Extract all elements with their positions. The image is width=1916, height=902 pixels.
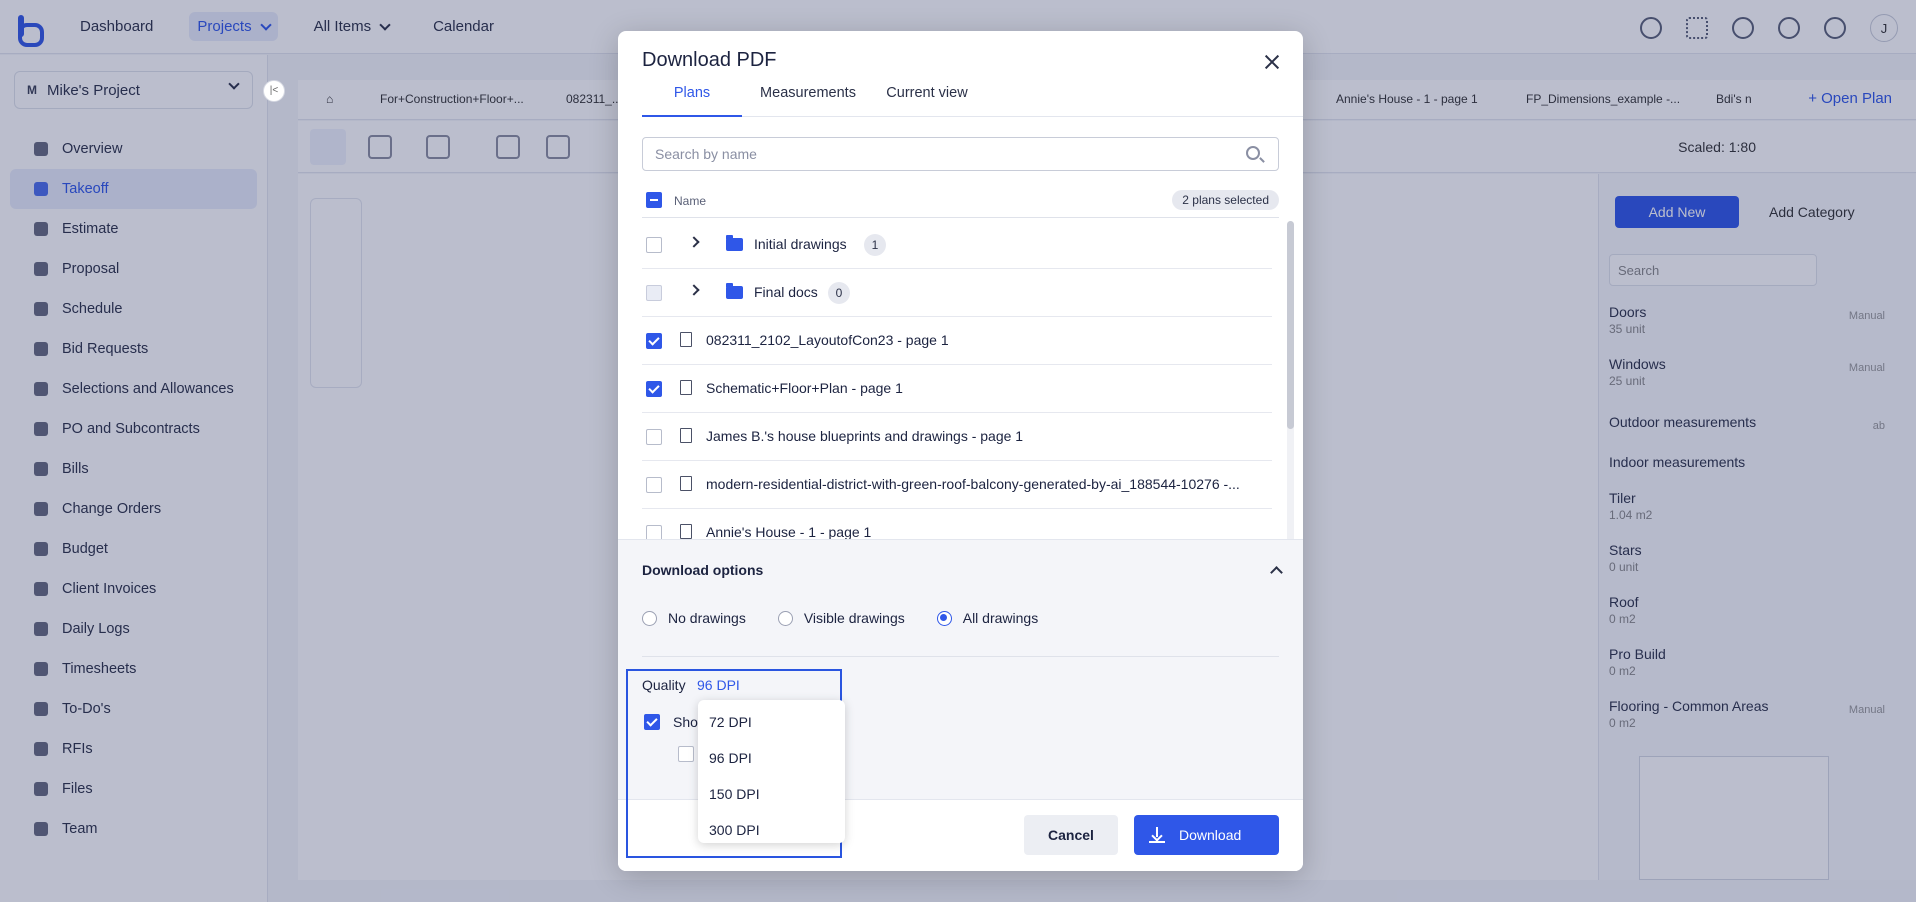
selected-count-badge: 2 plans selected	[1172, 190, 1279, 210]
radio-label: All drawings	[962, 610, 1039, 626]
row-checkbox[interactable]	[646, 285, 662, 301]
collapse-sidebar-button[interactable]: |<	[263, 80, 285, 102]
sub-option-checkbox[interactable]	[678, 746, 694, 762]
plan-row[interactable]: Schematic+Floor+Plan - page 1	[642, 365, 1272, 413]
plan-name: Schematic+Floor+Plan - page 1	[706, 380, 903, 396]
chevron-up-icon[interactable]	[1270, 566, 1283, 579]
quality-option[interactable]: 150 DPI	[698, 776, 845, 812]
radio-no-drawings[interactable]: No drawings	[642, 610, 746, 626]
close-icon[interactable]	[1261, 51, 1283, 73]
quality-dropdown: 72 DPI 96 DPI 150 DPI 300 DPI	[698, 700, 845, 843]
file-icon	[680, 524, 692, 539]
quality-label: Quality	[642, 677, 686, 693]
folder-name: Initial drawings	[754, 236, 847, 252]
drawings-radio-group: No drawings Visible drawings All drawings	[642, 610, 1070, 626]
plan-name: modern-residential-district-with-green-r…	[706, 476, 1240, 492]
select-all-checkbox[interactable]	[646, 192, 662, 208]
list-header: Name 2 plans selected	[642, 188, 1279, 218]
radio-indicator	[936, 610, 952, 626]
plan-list: Initial drawings 1 Final docs 0 082311_2102_…	[642, 221, 1287, 569]
radio-visible-drawings[interactable]: Visible drawings	[777, 610, 905, 626]
download-button-label: Download	[1179, 827, 1242, 843]
folder-row[interactable]: Initial drawings 1	[642, 221, 1272, 269]
row-checkbox[interactable]	[646, 381, 662, 397]
file-icon	[680, 332, 692, 347]
radio-indicator	[777, 610, 793, 626]
quality-option[interactable]: 96 DPI	[698, 740, 845, 776]
plan-row[interactable]: modern-residential-district-with-green-r…	[642, 461, 1272, 509]
folder-count-badge: 0	[828, 282, 850, 304]
folder-count-badge: 1	[864, 234, 886, 256]
plan-name: 082311_2102_LayoutofCon23 - page 1	[706, 332, 949, 348]
folder-name: Final docs	[754, 284, 818, 300]
radio-label: No drawings	[668, 610, 746, 626]
download-options-title: Download options	[642, 562, 764, 578]
name-column-header: Name	[674, 194, 707, 208]
file-icon	[680, 428, 692, 443]
folder-row[interactable]: Final docs 0	[642, 269, 1272, 317]
scrollbar-thumb[interactable]	[1287, 221, 1294, 429]
show-checkbox[interactable]	[644, 714, 660, 730]
plan-list-scrollbar[interactable]	[1287, 221, 1294, 569]
chevron-right-icon[interactable]	[688, 284, 700, 296]
quality-select[interactable]: 96 DPI	[697, 677, 740, 693]
tab-measurements[interactable]: Measurements	[758, 85, 858, 117]
file-icon	[680, 476, 692, 491]
radio-indicator	[642, 610, 657, 626]
radio-label: Visible drawings	[803, 610, 905, 626]
download-button[interactable]: Download	[1134, 815, 1279, 855]
quality-option[interactable]: 72 DPI	[698, 704, 845, 740]
tab-current-view[interactable]: Current view	[872, 85, 982, 117]
plan-row[interactable]: James B.'s house blueprints and drawings…	[642, 413, 1272, 461]
file-icon	[680, 380, 692, 395]
search-input[interactable]	[643, 138, 1223, 170]
divider	[642, 656, 1279, 657]
search-icon[interactable]	[1246, 146, 1260, 160]
download-icon	[1149, 827, 1165, 843]
plan-row[interactable]: 082311_2102_LayoutofCon23 - page 1	[642, 317, 1272, 365]
plan-name: James B.'s house blueprints and drawings…	[706, 428, 1024, 444]
folder-icon	[726, 283, 743, 299]
dialog-tabs: Plans Measurements Current view	[642, 85, 1303, 117]
dialog-title: Download PDF	[642, 49, 777, 71]
show-checkbox-label: Sho	[673, 714, 698, 730]
plan-search-box	[642, 137, 1279, 171]
row-checkbox[interactable]	[646, 477, 662, 493]
row-checkbox[interactable]	[646, 429, 662, 445]
row-checkbox[interactable]	[646, 237, 662, 253]
tab-plans[interactable]: Plans	[642, 85, 742, 117]
quality-option[interactable]: 300 DPI	[698, 812, 845, 848]
chevron-right-icon[interactable]	[688, 236, 700, 248]
row-checkbox[interactable]	[646, 333, 662, 349]
cancel-button[interactable]: Cancel	[1024, 815, 1118, 855]
plan-name: Annie's House - 1 - page 1	[706, 524, 872, 540]
radio-all-drawings[interactable]: All drawings	[936, 610, 1039, 626]
folder-icon	[726, 235, 743, 251]
